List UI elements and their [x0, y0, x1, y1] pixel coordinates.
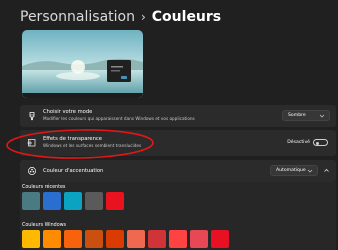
windows-color-swatch[interactable]	[148, 230, 166, 248]
breadcrumb: Personnalisation › Couleurs	[20, 8, 221, 26]
windows-color-swatch[interactable]	[211, 230, 229, 248]
mode-row-subtitle: Modifier les couleurs qui apparaissent d…	[43, 116, 195, 121]
mode-row-title: Choisir votre mode	[43, 109, 93, 115]
windows-color-swatch[interactable]	[127, 230, 145, 248]
mode-setting-row: Choisir votre mode Modifier les couleurs…	[20, 105, 336, 127]
recent-color-swatch[interactable]	[85, 192, 103, 210]
windows-colors-label: Couleurs Windows	[22, 223, 67, 228]
windows-color-swatch[interactable]	[190, 230, 208, 248]
chevron-down-icon	[319, 114, 325, 118]
page-title: Couleurs	[151, 9, 222, 25]
accent-row-title: Couleur d'accentuation	[43, 168, 104, 174]
mode-dropdown-value: Sombre	[288, 113, 306, 118]
transparency-setting-row: Effets de transparence Windows et les su…	[20, 130, 336, 156]
recent-color-swatch[interactable]	[43, 192, 61, 210]
transparency-row-title: Effets de transparence	[43, 136, 102, 142]
windows-color-swatch[interactable]	[106, 230, 124, 248]
breadcrumb-personnalisation[interactable]: Personnalisation	[20, 9, 135, 25]
recent-colors-label: Couleurs récentes	[22, 185, 66, 190]
recent-color-swatch[interactable]	[106, 192, 124, 210]
windows-color-swatch[interactable]	[43, 230, 61, 248]
accent-mode-dropdown[interactable]: Automatique	[270, 165, 318, 176]
theme-preview-illustration	[22, 30, 143, 98]
windows-colors-swatches	[22, 230, 229, 248]
toggle-knob	[316, 141, 319, 145]
windows-color-swatch[interactable]	[22, 230, 40, 248]
palette-brush-icon	[29, 112, 35, 121]
recent-colors-swatches	[22, 192, 124, 210]
windows-color-swatch[interactable]	[169, 230, 187, 248]
transparency-toggle-label: Désactivé	[287, 140, 310, 145]
chevron-down-icon	[307, 169, 313, 173]
recent-color-swatch[interactable]	[22, 192, 40, 210]
windows-color-swatch[interactable]	[64, 230, 82, 248]
breadcrumb-separator: ›	[140, 10, 146, 24]
windows-color-swatch[interactable]	[85, 230, 103, 248]
accent-color-setting-row[interactable]: Couleur d'accentuation Automatique	[20, 160, 336, 182]
recent-color-swatch[interactable]	[64, 192, 82, 210]
accent-dropdown-value: Automatique	[276, 168, 306, 173]
settings-colors-page: Personnalisation › Couleurs Choisir votr…	[0, 0, 338, 250]
accent-color-icon	[28, 167, 36, 175]
transparency-icon	[27, 139, 36, 147]
mode-dropdown[interactable]: Sombre	[282, 110, 330, 121]
chevron-up-icon[interactable]	[323, 167, 330, 174]
theme-preview-image	[22, 30, 143, 98]
transparency-row-subtitle: Windows et les surfaces semblent translu…	[43, 143, 142, 148]
transparency-toggle[interactable]	[313, 139, 328, 146]
